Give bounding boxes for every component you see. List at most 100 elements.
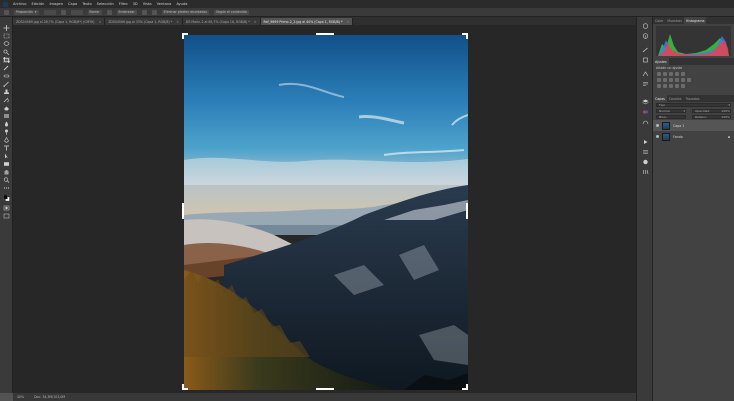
adjustments-panel-icon[interactable] — [642, 159, 649, 165]
info-panel-icon[interactable] — [642, 33, 649, 39]
gradient-tool-icon[interactable] — [3, 113, 10, 119]
fill-field[interactable]: Relleno: 100% — [692, 115, 731, 119]
selective-color-icon[interactable] — [675, 84, 679, 88]
tab-paths[interactable]: Trazados — [684, 95, 702, 102]
tab-adjustments[interactable]: Ajustes — [653, 58, 669, 65]
blend-mode-select[interactable]: Normal ▾ — [656, 109, 686, 113]
black-white-icon[interactable] — [669, 78, 673, 82]
tab-swatches[interactable]: Muestras — [665, 17, 684, 24]
content-aware-checkbox[interactable]: Según el contenido — [213, 9, 249, 15]
crop-handle-bottom-center[interactable] — [316, 388, 334, 390]
photo-filter-icon[interactable] — [675, 78, 679, 82]
overlay-grid-icon[interactable] — [141, 9, 147, 15]
gear-icon[interactable] — [151, 9, 157, 15]
exposure-icon[interactable] — [675, 72, 679, 76]
hand-tool-icon[interactable] — [3, 169, 10, 175]
foreground-background-color-icon[interactable] — [3, 195, 10, 201]
height-field[interactable] — [70, 9, 83, 15]
menu-texto[interactable]: Texto — [82, 2, 91, 6]
tab-document-1[interactable]: ZDS04569.jpg al 28,7% (Capa 1, RGB/8*) (… — [13, 18, 106, 25]
invert-icon[interactable] — [657, 84, 661, 88]
character-panel-icon[interactable] — [642, 71, 649, 77]
brush-tool-icon[interactable] — [3, 81, 10, 87]
channel-mixer-icon[interactable] — [681, 78, 685, 82]
type-tool-icon[interactable] — [3, 145, 10, 151]
screen-mode-icon[interactable] — [3, 213, 10, 219]
clear-button[interactable]: Borrar — [87, 9, 102, 15]
menu-edicion[interactable]: Edición — [31, 2, 44, 6]
visibility-eye-icon[interactable] — [656, 124, 659, 127]
tab-histogram[interactable]: Histograma — [683, 17, 707, 24]
menu-seleccion[interactable]: Selección — [97, 2, 114, 6]
paths-panel-icon[interactable] — [642, 119, 649, 125]
lock-options[interactable]: Bloq.: — [656, 115, 686, 119]
blur-tool-icon[interactable] — [3, 121, 10, 127]
opacity-field[interactable]: Opacidad: 100% — [692, 109, 731, 113]
curves-icon[interactable] — [669, 72, 673, 76]
layers-panel-icon[interactable] — [642, 99, 649, 105]
close-icon[interactable]: × — [254, 20, 257, 24]
tab-channels[interactable]: Canales — [667, 95, 684, 102]
menu-vista[interactable]: Vista — [143, 2, 152, 6]
paragraph-panel-icon[interactable] — [642, 81, 649, 87]
move-tool-icon[interactable] — [3, 25, 10, 31]
eraser-tool-icon[interactable] — [3, 105, 10, 111]
pen-tool-icon[interactable] — [3, 137, 10, 143]
close-icon[interactable]: × — [99, 20, 102, 24]
layer-kind-filter[interactable]: Tipo ▾ — [656, 103, 731, 107]
history-panel-icon[interactable] — [642, 23, 649, 29]
libraries-panel-icon[interactable] — [642, 169, 649, 175]
menu-imagen[interactable]: Imagen — [49, 2, 63, 6]
tab-color[interactable]: Color — [653, 17, 665, 24]
quick-select-tool-icon[interactable] — [3, 49, 10, 55]
swap-icon[interactable] — [60, 9, 66, 15]
ratio-select[interactable]: Proporción ▾ — [14, 9, 39, 15]
crop-handle-top-right-v[interactable] — [466, 33, 468, 39]
layer-fondo[interactable]: Fondo ▪ — [653, 131, 734, 142]
dodge-tool-icon[interactable] — [3, 129, 10, 135]
zoom-tool-icon[interactable] — [3, 177, 10, 183]
levels-icon[interactable] — [663, 72, 667, 76]
brightness-icon[interactable] — [657, 72, 661, 76]
brush-settings-icon[interactable] — [642, 47, 649, 53]
tab-layers[interactable]: Capas — [653, 95, 667, 102]
clone-source-icon[interactable] — [642, 57, 649, 63]
properties-panel-icon[interactable] — [642, 149, 649, 155]
menu-capa[interactable]: Capa — [68, 2, 77, 6]
straighten-button[interactable]: Enderezar — [116, 9, 137, 15]
zoom-level[interactable]: 40% — [17, 395, 24, 399]
crop-handle-bottom-left-v[interactable] — [182, 384, 184, 390]
crop-handle-bottom-right-v[interactable] — [466, 384, 468, 390]
healing-brush-tool-icon[interactable] — [3, 73, 10, 79]
crop-handle-left-center[interactable] — [182, 203, 184, 219]
crop-tool-preset-icon[interactable] — [4, 9, 9, 15]
vibrance-icon[interactable] — [681, 72, 685, 76]
width-field[interactable] — [43, 9, 56, 15]
actions-panel-icon[interactable] — [642, 139, 649, 145]
color-balance-icon[interactable] — [663, 78, 667, 82]
tab-document-4-active[interactable]: Ref_9699 Primo-2_2.jpg al 40% (Capa 1, R… — [260, 18, 354, 25]
rectangle-tool-icon[interactable] — [3, 161, 10, 167]
crop-handle-top-center[interactable] — [316, 33, 334, 35]
layer-capa-1[interactable]: Capa 1 — [653, 120, 734, 131]
path-selection-tool-icon[interactable] — [3, 153, 10, 159]
color-lookup-icon[interactable] — [687, 78, 691, 82]
straighten-icon[interactable] — [106, 9, 112, 15]
marquee-tool-icon[interactable] — [3, 33, 10, 39]
eyedropper-tool-icon[interactable] — [3, 65, 10, 71]
crop-handle-top-left-v[interactable] — [182, 33, 184, 39]
gradient-map-icon[interactable] — [681, 84, 685, 88]
visibility-eye-icon[interactable] — [656, 135, 659, 138]
menu-ventana[interactable]: Ventana — [157, 2, 172, 6]
posterize-icon[interactable] — [663, 84, 667, 88]
menu-filtro[interactable]: Filtro — [119, 2, 128, 6]
tab-document-2[interactable]: ZDS04569.jpg al 33% (Capa 1, RGB/8) * × — [105, 18, 183, 25]
close-icon[interactable]: × — [176, 20, 179, 24]
menu-ayuda[interactable]: Ayuda — [176, 2, 187, 6]
quick-mask-icon[interactable] — [3, 205, 10, 211]
menu-3d[interactable]: 3D — [133, 2, 138, 6]
crop-tool-icon[interactable] — [3, 57, 10, 63]
threshold-icon[interactable] — [669, 84, 673, 88]
hue-saturation-icon[interactable] — [657, 78, 661, 82]
delete-pixels-checkbox[interactable]: Eliminar píxeles recortados — [161, 9, 209, 15]
